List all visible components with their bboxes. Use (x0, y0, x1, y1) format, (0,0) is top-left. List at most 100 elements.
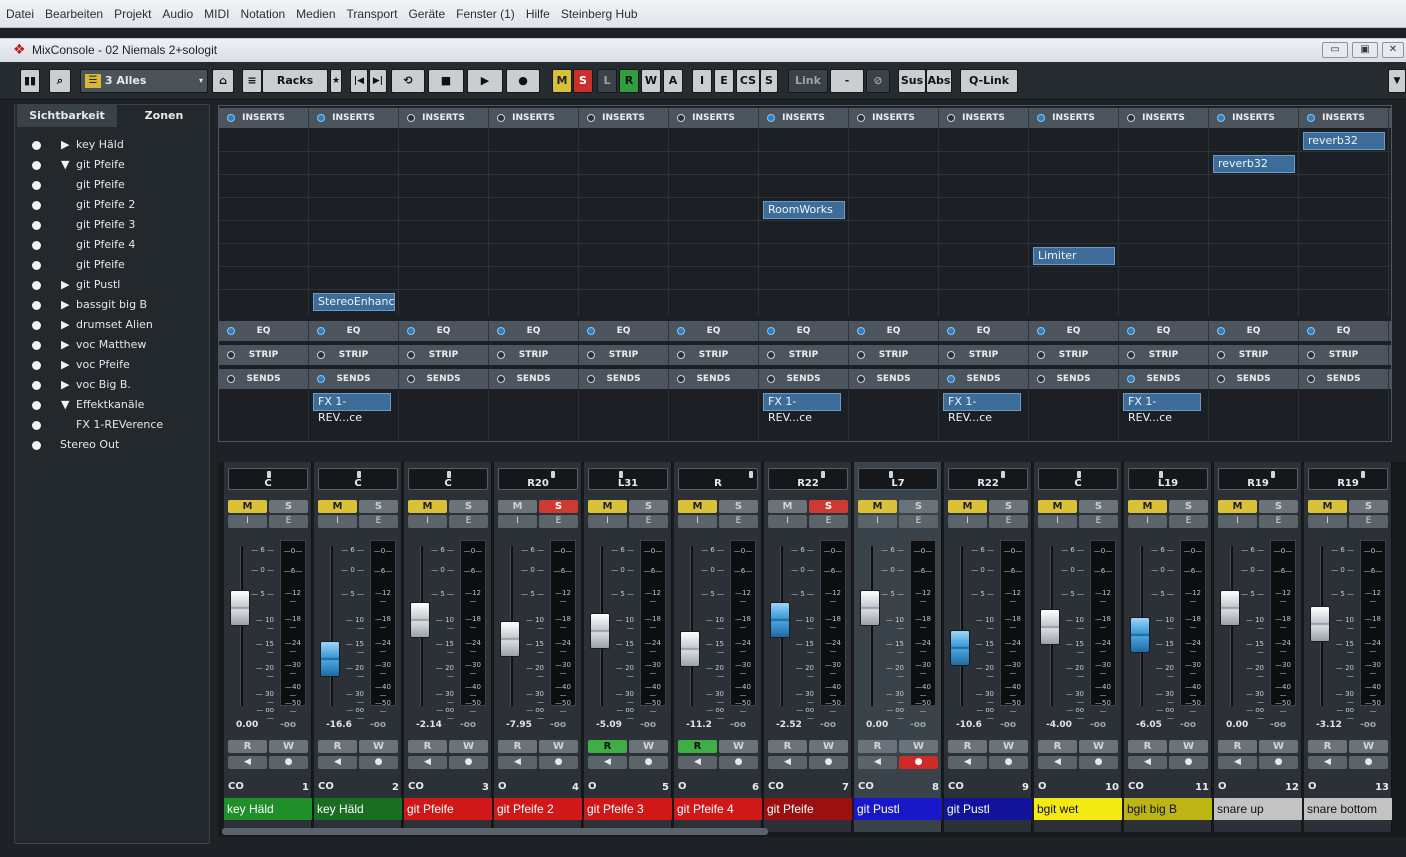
record-enable-button[interactable]: ● (1259, 756, 1298, 769)
monitor-icon[interactable]: ◀ (1308, 756, 1347, 769)
rack-bypass-led-icon[interactable] (947, 114, 955, 122)
rack-header-cell[interactable]: SENDS (1029, 369, 1119, 389)
pan-control[interactable]: L31 (588, 468, 668, 490)
rack-bypass-led-icon[interactable] (767, 327, 775, 335)
volume-value[interactable]: -16.6 (326, 720, 352, 730)
fader[interactable]: — 6 — — 0 — — 5 — — 10 — — 15 — — 20 — — 30 — —… (948, 540, 1028, 722)
visibility-item[interactable]: ▶ voc Big B. (15, 375, 209, 395)
volume-value[interactable]: 0.00 (1226, 720, 1248, 730)
visibility-item[interactable]: ▶ voc Matthew (15, 335, 209, 355)
racks-menu-button[interactable]: ≡ (242, 69, 262, 93)
rack-bypass-led-icon[interactable] (767, 114, 775, 122)
solo-button[interactable]: S (359, 500, 398, 513)
rack-header-cell[interactable]: EQ (579, 321, 669, 341)
listen-button[interactable]: I (768, 515, 807, 528)
volume-value[interactable]: -6.05 (1136, 720, 1162, 730)
record-enable-button[interactable]: ● (899, 756, 938, 769)
visibility-item[interactable]: git Pfeife (15, 175, 209, 195)
rack-bypass-led-icon[interactable] (1307, 114, 1315, 122)
rack-header-cell[interactable]: STRIP (939, 345, 1029, 365)
read-automation-button[interactable]: R (498, 740, 537, 753)
edit-channel-button[interactable]: E (359, 515, 398, 528)
rack-bypass-led-icon[interactable] (947, 375, 955, 383)
rack-bypass-led-icon[interactable] (587, 375, 595, 383)
rack-header-cell[interactable]: STRIP (1119, 345, 1209, 365)
mute-button[interactable]: M (498, 500, 537, 513)
monitor-icon[interactable]: ◀ (1038, 756, 1077, 769)
visibility-dot-icon[interactable] (32, 141, 41, 150)
read-automation-button[interactable]: R (1128, 740, 1167, 753)
channel-name[interactable]: key Häld (314, 798, 402, 820)
rack-header-cell[interactable]: STRIP (849, 345, 939, 365)
monitor-icon[interactable]: ◀ (1128, 756, 1167, 769)
rack-header-cell[interactable]: STRIP (669, 345, 759, 365)
rack-header-cell[interactable]: STRIP (1209, 345, 1299, 365)
fader-handle[interactable] (590, 613, 610, 649)
rack-header-cell[interactable]: EQ (1029, 321, 1119, 341)
rack-header-cell[interactable]: EQ (1299, 321, 1389, 341)
insert-plugin-slot[interactable]: RoomWorks (763, 201, 845, 219)
listen-button[interactable]: I (948, 515, 987, 528)
volume-value[interactable]: -2.14 (416, 720, 442, 730)
visibility-item[interactable]: ▼ git Pfeife (15, 155, 209, 175)
read-automation-button[interactable]: R (228, 740, 267, 753)
read-automation-button[interactable]: R (408, 740, 447, 753)
monitor-icon[interactable]: ◀ (588, 756, 627, 769)
mute-button[interactable]: M (768, 500, 807, 513)
menu-item[interactable]: Fenster (1) (450, 0, 520, 21)
rack-bypass-led-icon[interactable] (857, 327, 865, 335)
channel-strip[interactable]: R20 M S I E — 6 — — 0 — — 5 — — 10 — — 15 — — 20 —… (494, 462, 582, 832)
volume-value[interactable]: 0.00 (866, 720, 888, 730)
visibility-dot-icon[interactable] (32, 161, 41, 170)
rack-bypass-led-icon[interactable] (857, 351, 865, 359)
rack-bypass-led-icon[interactable] (227, 114, 235, 122)
racks-button[interactable]: Racks (262, 69, 328, 93)
channel-strip[interactable]: L31 M S I E — 6 — — 0 — — 5 — — 10 — — 15 — — 20 —… (584, 462, 672, 832)
menu-item[interactable]: Medien (290, 0, 340, 21)
listen-button[interactable]: I (1128, 515, 1167, 528)
listen-button[interactable]: I (498, 515, 537, 528)
visibility-item[interactable]: ▶ voc Pfeife (15, 355, 209, 375)
unlink-button[interactable]: ⊘ (866, 69, 890, 93)
mute-button[interactable]: M (1308, 500, 1347, 513)
edit-channel-button[interactable]: E (1169, 515, 1208, 528)
insert-plugin-slot[interactable]: reverb32 (1213, 155, 1295, 173)
fader-handle[interactable] (320, 641, 340, 677)
solo-button[interactable]: S (809, 500, 848, 513)
rack-header-cell[interactable]: SENDS (219, 369, 309, 389)
fader[interactable]: — 6 — — 0 — — 5 — — 10 — — 15 — — 20 — — 30 — —… (1308, 540, 1388, 722)
solo-button[interactable]: S (899, 500, 938, 513)
listen-button[interactable]: I (318, 515, 357, 528)
visibility-item[interactable]: ▶ git Pustl (15, 275, 209, 295)
mute-button[interactable]: M (318, 500, 357, 513)
rack-header-cell[interactable]: SENDS (579, 369, 669, 389)
rack-bypass-led-icon[interactable] (677, 114, 685, 122)
read-automation-button[interactable]: R (1308, 740, 1347, 753)
channel-strip[interactable]: R22 M S I E — 6 — — 0 — — 5 — — 10 — — 15 — — 20 —… (944, 462, 1032, 832)
volume-value[interactable]: -5.09 (596, 720, 622, 730)
menu-item[interactable]: Notation (234, 0, 290, 21)
rack-bypass-led-icon[interactable] (407, 327, 415, 335)
a-button[interactable]: A (663, 69, 683, 93)
play-button[interactable]: ▶ (467, 69, 503, 93)
pan-control[interactable]: R20 (498, 468, 578, 490)
close-button[interactable]: ✕ (1382, 42, 1404, 58)
channel-strip[interactable]: R22 M S I E — 6 — — 0 — — 5 — — 10 — — 15 — — 20 —… (764, 462, 852, 832)
channel-name[interactable]: git Pfeife 4 (674, 798, 762, 820)
write-automation-button[interactable]: W (539, 740, 578, 753)
solo-button[interactable]: S (1259, 500, 1298, 513)
peak-value[interactable]: -oo (460, 720, 476, 730)
rack-bypass-led-icon[interactable] (227, 327, 235, 335)
channel-name[interactable]: bgit big B (1124, 798, 1212, 820)
rack-bypass-led-icon[interactable] (1307, 375, 1315, 383)
goto-next-button[interactable]: ▶| (369, 69, 387, 93)
fader-handle[interactable] (1040, 609, 1060, 645)
solo-button[interactable]: S (989, 500, 1028, 513)
monitor-icon[interactable]: ◀ (1218, 756, 1257, 769)
rack-bypass-led-icon[interactable] (1037, 351, 1045, 359)
volume-value[interactable]: 0.00 (236, 720, 258, 730)
rack-header-cell[interactable]: SENDS (849, 369, 939, 389)
solo-button[interactable]: S (449, 500, 488, 513)
expand-arrow-icon[interactable]: ▶ (61, 355, 69, 375)
edit-button[interactable]: E (714, 69, 734, 93)
